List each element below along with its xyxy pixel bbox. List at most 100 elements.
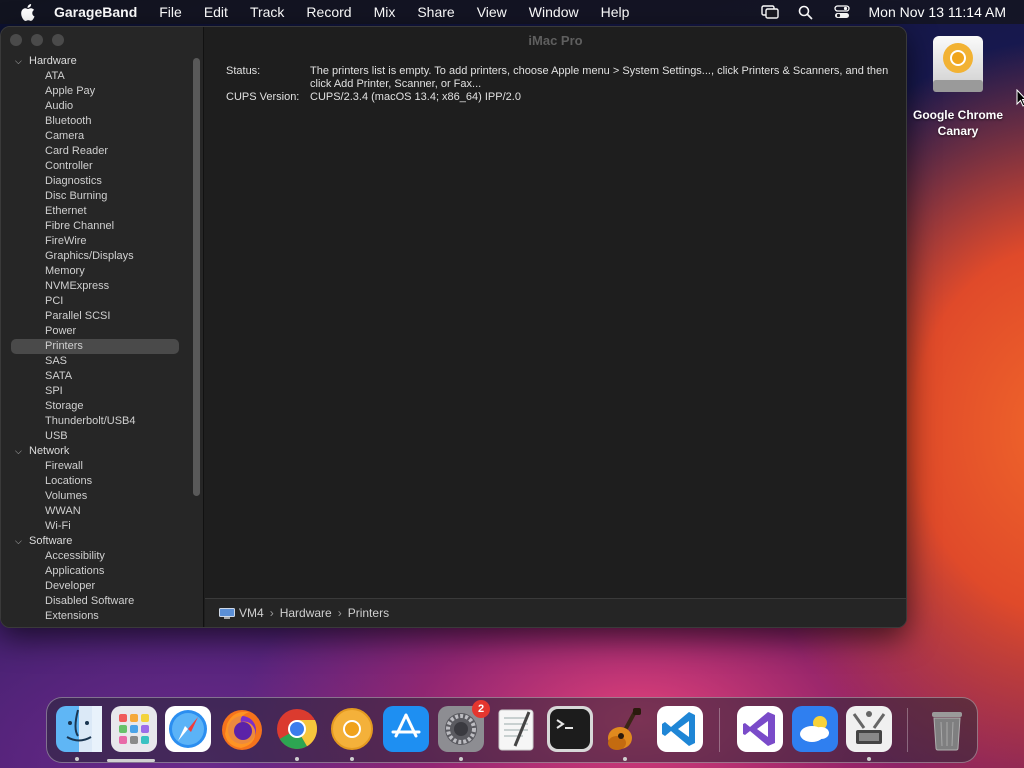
tree-item-extensions[interactable]: Extensions — [1, 609, 191, 624]
tree-item-wwan[interactable]: WWAN — [1, 504, 191, 519]
zoom-button[interactable] — [52, 34, 64, 46]
apple-menu-icon[interactable] — [18, 3, 36, 21]
chevron-down-icon[interactable]: ⌵ — [15, 444, 25, 459]
menu-file[interactable]: File — [159, 4, 182, 20]
window-controls — [10, 34, 64, 46]
menu-record[interactable]: Record — [306, 4, 351, 20]
tree-category-hardware[interactable]: ⌵ Hardware — [1, 54, 191, 69]
tree-category-network[interactable]: ⌵ Network — [1, 444, 191, 459]
tree-item-power[interactable]: Power — [1, 324, 191, 339]
dock-terminal[interactable] — [547, 706, 593, 752]
minimize-button[interactable] — [31, 34, 43, 46]
tree-label: Printers — [45, 340, 83, 352]
system-information-icon — [846, 706, 892, 752]
close-button[interactable] — [10, 34, 22, 46]
menu-window[interactable]: Window — [529, 4, 579, 20]
tree-item-wi-fi[interactable]: Wi-Fi — [1, 519, 191, 534]
spotlight-search-icon[interactable] — [797, 5, 815, 19]
menu-help[interactable]: Help — [601, 4, 630, 20]
tree-item-bluetooth[interactable]: Bluetooth — [1, 114, 191, 129]
tree-label: Developer — [45, 580, 96, 592]
tree-label: Locations — [45, 475, 93, 487]
tree-label: WWAN — [45, 505, 81, 517]
desktop-icon-chrome-canary[interactable]: Google Chrome Canary — [906, 34, 1010, 139]
tree-item-disabled-software[interactable]: Disabled Software — [1, 594, 191, 609]
launchpad-icon — [111, 706, 157, 752]
tree-label: Apple Pay — [45, 85, 96, 97]
screen-mirroring-icon[interactable] — [760, 5, 779, 19]
tree-label: Diagnostics — [45, 175, 102, 187]
tree-item-printers[interactable]: Printers — [11, 339, 179, 354]
chevron-down-icon[interactable]: ⌵ — [15, 534, 25, 549]
tree-item-volumes[interactable]: Volumes — [1, 489, 191, 504]
control-center-icon[interactable] — [833, 5, 851, 19]
dock-vscode[interactable] — [657, 706, 703, 752]
printer-info: Status: The printers list is empty. To a… — [226, 65, 892, 104]
path-computer[interactable]: VM4 — [239, 606, 264, 620]
dock-textedit[interactable] — [493, 706, 539, 752]
tree-item-developer[interactable]: Developer — [1, 579, 191, 594]
trash-icon — [932, 712, 962, 751]
dock-firefox[interactable] — [219, 706, 265, 752]
tree-item-pci[interactable]: PCI — [1, 294, 191, 309]
menu-bar-clock[interactable]: Mon Nov 13 11:14 AM — [869, 4, 1006, 20]
dock-garageband[interactable] — [602, 706, 648, 752]
tree-item-apple-pay[interactable]: Apple Pay — [1, 84, 191, 99]
visual-studio-icon — [737, 706, 783, 752]
tree-item-card-reader[interactable]: Card Reader — [1, 144, 191, 159]
dock-app-store[interactable] — [383, 706, 429, 752]
tree-item-sas[interactable]: SAS — [1, 354, 191, 369]
path-printers[interactable]: Printers — [348, 606, 389, 620]
dock: 2 — [46, 697, 978, 763]
dock-trash[interactable] — [924, 706, 970, 752]
tree-item-locations[interactable]: Locations — [1, 474, 191, 489]
dock-system-settings[interactable]: 2 — [438, 700, 490, 752]
tree-item-usb[interactable]: USB — [1, 429, 191, 444]
tree-item-ethernet[interactable]: Ethernet — [1, 204, 191, 219]
menu-view[interactable]: View — [477, 4, 507, 20]
tree-item-parallel-scsi[interactable]: Parallel SCSI — [1, 309, 191, 324]
tree-item-applications[interactable]: Applications — [1, 564, 191, 579]
dock-launchpad[interactable] — [111, 706, 157, 752]
tree-category-software[interactable]: ⌵ Software — [1, 534, 191, 549]
tree-item-ata[interactable]: ATA — [1, 69, 191, 84]
dock-chrome-canary[interactable] — [329, 706, 375, 752]
dock-chrome[interactable] — [274, 706, 320, 752]
tree-item-camera[interactable]: Camera — [1, 129, 191, 144]
tree-item-accessibility[interactable]: Accessibility — [1, 549, 191, 564]
tree-item-nvmexpress[interactable]: NVMExpress — [1, 279, 191, 294]
tree-label: Disc Burning — [45, 190, 108, 202]
tree-item-firewall[interactable]: Firewall — [1, 459, 191, 474]
menu-app-name[interactable]: GarageBand — [54, 4, 137, 20]
tree-item-diagnostics[interactable]: Diagnostics — [1, 174, 191, 189]
tree-item-fibre-channel[interactable]: Fibre Channel — [1, 219, 191, 234]
tree-label: Fibre Channel — [45, 220, 115, 232]
dock-system-information[interactable] — [846, 706, 892, 752]
tree-item-storage[interactable]: Storage — [1, 399, 191, 414]
tree-item-controller[interactable]: Controller — [1, 159, 191, 174]
tree-item-audio[interactable]: Audio — [1, 99, 191, 114]
running-indicator — [623, 757, 627, 761]
dock-visual-studio[interactable] — [737, 706, 783, 752]
menu-share[interactable]: Share — [417, 4, 454, 20]
tree-label: Accessibility — [45, 550, 105, 562]
tree-item-spi[interactable]: SPI — [1, 384, 191, 399]
dock-safari[interactable] — [165, 706, 211, 752]
chevron-down-icon[interactable]: ⌵ — [15, 54, 25, 69]
dock-finder[interactable] — [56, 706, 102, 752]
dock-weather[interactable] — [792, 706, 838, 752]
desktop-icon-label: Google Chrome Canary — [912, 108, 1003, 138]
tree-item-sata[interactable]: SATA — [1, 369, 191, 384]
path-hardware[interactable]: Hardware — [280, 606, 332, 620]
tree-item-memory[interactable]: Memory — [1, 264, 191, 279]
menu-edit[interactable]: Edit — [204, 4, 228, 20]
tree-label: USB — [45, 430, 68, 442]
tree-item-thunderbolt-usb4[interactable]: Thunderbolt/USB4 — [1, 414, 191, 429]
sidebar-scrollbar[interactable] — [193, 58, 200, 496]
menu-mix[interactable]: Mix — [374, 4, 396, 20]
menu-track[interactable]: Track — [250, 4, 284, 20]
computer-icon — [219, 607, 235, 619]
tree-item-graphics-displays[interactable]: Graphics/Displays — [1, 249, 191, 264]
tree-item-disc-burning[interactable]: Disc Burning — [1, 189, 191, 204]
tree-item-firewire[interactable]: FireWire — [1, 234, 191, 249]
